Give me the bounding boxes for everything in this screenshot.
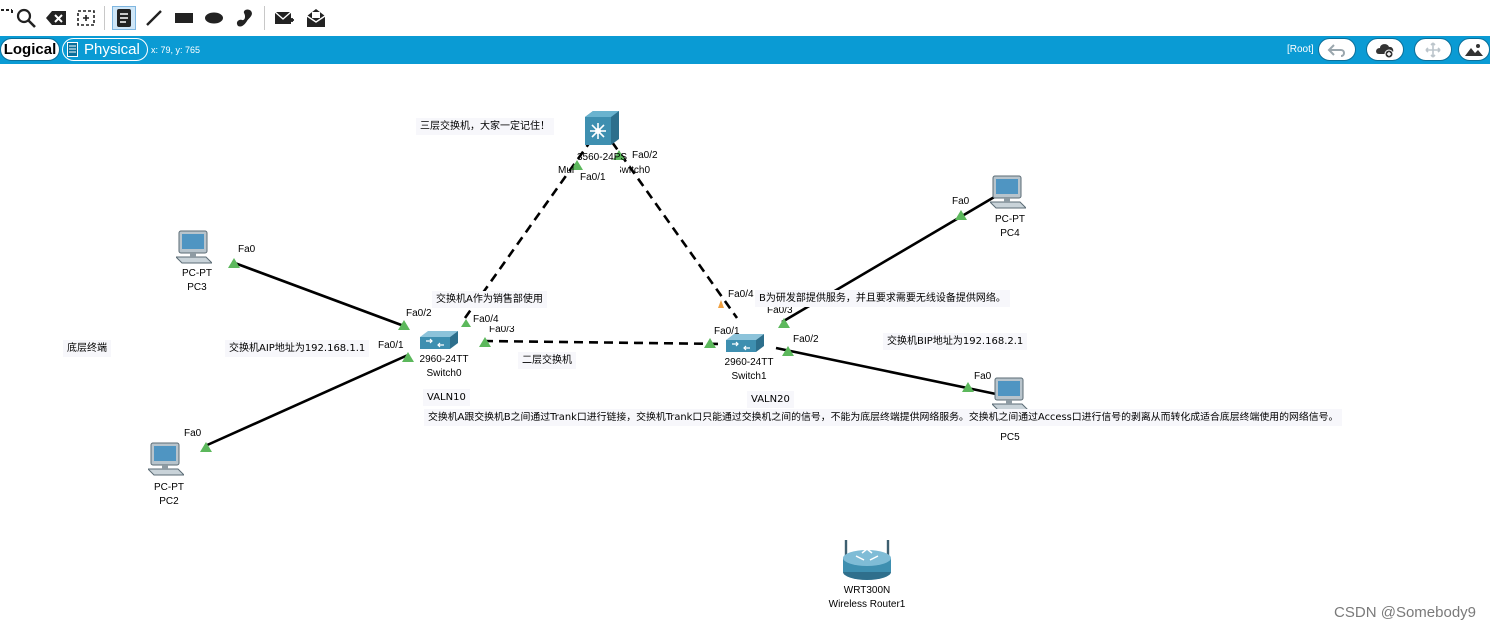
port-label: Fa0/1: [580, 172, 606, 183]
pc4-model: PC-PT: [995, 214, 1025, 225]
link-status-blocking: [718, 300, 724, 308]
link-switch1-pc5[interactable]: [775, 346, 997, 396]
port-label: Fa0/1: [378, 340, 404, 351]
pc5-device[interactable]: [990, 377, 1030, 413]
toolbar-separator: [104, 6, 105, 30]
toolbar-separator: [264, 6, 265, 30]
note-vlan10[interactable]: VALN10: [423, 389, 470, 406]
link-switch0-switch1[interactable]: [483, 339, 725, 346]
workspace-bar: Logical Physical x: 79, y: 765 [Root]: [0, 36, 1490, 64]
note-switch-b-ip[interactable]: 交换机BIP地址为192.168.2.1: [883, 333, 1028, 350]
add-complex-pdu-icon[interactable]: [304, 6, 328, 30]
note-switch-a-use[interactable]: 交换机A作为销售部使用: [432, 291, 547, 308]
port-label: Fa0/4: [473, 314, 499, 325]
delete-icon[interactable]: [44, 6, 68, 30]
note-trunk-explain[interactable]: 交换机A跟交换机B之间通过Trank口进行链接，交换机Trank口只能通过交换机…: [424, 409, 1343, 426]
router-name: Wireless Router1: [828, 599, 906, 610]
pc-icon: [990, 377, 1030, 411]
router-model: WRT300N: [843, 585, 891, 596]
new-cluster-button[interactable]: [1366, 38, 1404, 61]
port-label: Fa0/2: [793, 334, 819, 345]
note-l3-switch[interactable]: 三层交换机，大家一定记住！: [416, 118, 554, 135]
switch0-device[interactable]: [420, 329, 458, 351]
background-image-icon: [1465, 43, 1483, 56]
multilayer-switch-device[interactable]: [583, 111, 621, 147]
port-label: Fa0: [184, 428, 202, 439]
port-label: Fa0/2: [406, 308, 432, 319]
physical-rack-icon: [67, 42, 78, 57]
multilayer-switch-name: Switch0: [615, 165, 651, 176]
port-label: Fa0/2: [632, 150, 658, 161]
watermark: CSDN @Somebody9: [1334, 604, 1476, 621]
pc2-device[interactable]: [146, 442, 186, 478]
freeform-icon[interactable]: [232, 6, 256, 30]
pc3-name: PC3: [187, 282, 207, 293]
add-simple-pdu-icon[interactable]: [272, 6, 296, 30]
logical-workspace[interactable]: 3560-24PS Mul Switch0 Fa0/1 Fa0/2 2960-2…: [0, 64, 1490, 631]
pc-icon: [146, 442, 186, 476]
pc4-device[interactable]: [988, 175, 1028, 211]
pc3-model: PC-PT: [182, 268, 212, 279]
multilayer-switch-model: 3560-24PS: [577, 152, 628, 163]
rectangle-icon[interactable]: [172, 6, 196, 30]
resize-icon[interactable]: [74, 6, 98, 30]
switch1-model: 2960-24TT: [724, 357, 774, 368]
pc3-device[interactable]: [174, 230, 214, 266]
pc2-name: PC2: [159, 496, 179, 507]
port-label: Fa0: [952, 196, 970, 207]
move-object-button[interactable]: [1414, 38, 1452, 61]
note-icon[interactable]: [112, 6, 136, 30]
cluster-icon: [1376, 43, 1394, 58]
back-icon: [1327, 43, 1345, 57]
note-vlan20[interactable]: VALN20: [747, 391, 794, 408]
main-toolbar: [0, 0, 1490, 36]
multilayer-switch-icon: [585, 111, 619, 145]
port-label: Fa0/1: [714, 326, 740, 337]
port-label: Fa0: [974, 371, 992, 382]
tab-logical-label: Logical: [3, 41, 57, 58]
pc4-name: PC4: [1000, 228, 1020, 239]
link-pc3-switch0[interactable]: [231, 260, 405, 328]
note-switch-b-use[interactable]: B为研发部提供服务，并且要求需要无线设备提供网络。: [755, 290, 1010, 307]
zoom-icon[interactable]: [14, 6, 38, 30]
ellipse-icon[interactable]: [202, 6, 226, 30]
switch0-model: 2960-24TT: [419, 354, 469, 365]
set-background-button[interactable]: [1458, 38, 1490, 61]
pc2-model: PC-PT: [154, 482, 184, 493]
note-bottom-terminal[interactable]: 底层终端: [63, 340, 111, 357]
wireless-router-device[interactable]: [840, 538, 894, 582]
tab-logical[interactable]: Logical: [0, 38, 60, 61]
pc-icon: [988, 175, 1028, 209]
link-status-up: [461, 319, 471, 327]
switch1-name: Switch1: [731, 371, 767, 382]
note-l2-switch[interactable]: 二层交换机: [518, 352, 576, 369]
cursor-coordinates: x: 79, y: 765: [151, 45, 201, 55]
pc5-name: PC5: [1000, 432, 1020, 443]
pc-icon: [174, 230, 214, 264]
move-icon: [1425, 41, 1441, 58]
note-switch-a-ip[interactable]: 交换机AIP地址为192.168.1.1: [225, 340, 370, 357]
multilayer-switch-name-partial: Mul: [558, 165, 575, 176]
back-button[interactable]: [1318, 38, 1356, 61]
tab-physical-label: Physical: [84, 41, 140, 58]
tab-physical[interactable]: Physical: [62, 38, 148, 61]
port-label: Fa0/4: [728, 289, 754, 300]
port-label: Fa0: [238, 244, 256, 255]
link-pc2-switch0[interactable]: [204, 353, 409, 448]
line-icon[interactable]: [142, 6, 166, 30]
root-label[interactable]: [Root]: [1287, 44, 1314, 55]
switch-icon: [420, 331, 458, 349]
wireless-router-icon: [843, 540, 891, 580]
switch0-name: Switch0: [426, 368, 462, 379]
